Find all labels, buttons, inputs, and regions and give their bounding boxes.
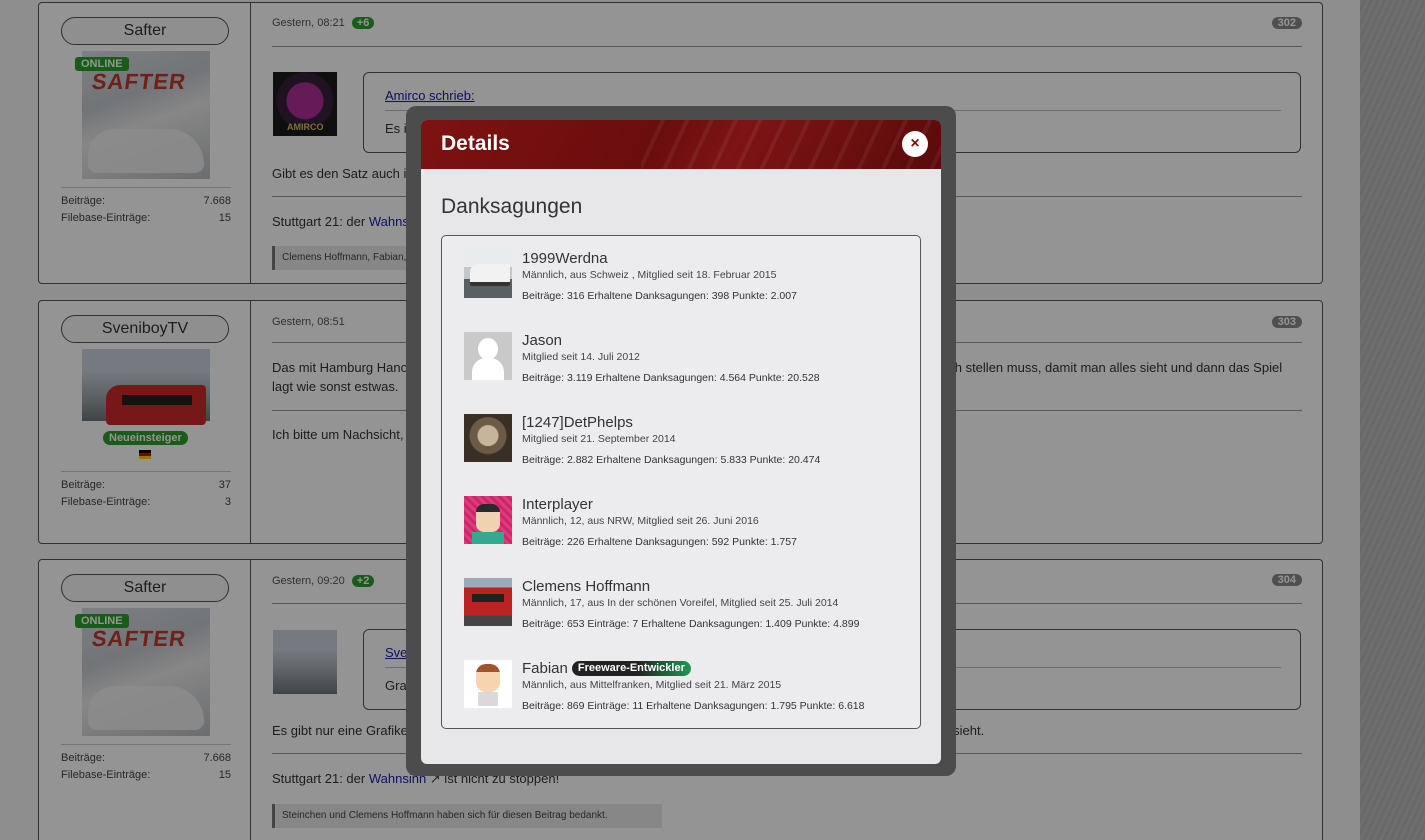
user-stats: Beiträge: 316 Erhaltene Danksagungen: 39… <box>522 290 797 302</box>
close-icon[interactable]: × <box>902 131 928 157</box>
dialog-header: Details × <box>421 120 941 169</box>
list-item: Clemens Hoffmann Männlich, 17, aus In de… <box>464 578 904 648</box>
avatar-face <box>476 672 500 692</box>
user-name[interactable]: Clemens Hoffmann <box>522 578 650 595</box>
user-name[interactable]: [1247]DetPhelps <box>522 414 633 431</box>
user-info: Mitglied seit 21. September 2014 <box>522 433 676 445</box>
user-name-text[interactable]: 1999Werdna <box>522 250 608 267</box>
user-stats: Beiträge: 3.119 Erhaltene Danksagungen: … <box>522 372 820 384</box>
avatar-body <box>478 692 498 706</box>
thanks-user-list: 1999Werdna Männlich, aus Schweiz , Mitgl… <box>441 235 921 729</box>
user-info: Männlich, aus Mittelfranken, Mitglied se… <box>522 679 782 691</box>
list-item: 1999Werdna Männlich, aus Schweiz , Mitgl… <box>464 250 904 320</box>
user-info: Männlich, 12, aus NRW, Mitglied seit 26.… <box>522 515 759 527</box>
user-stats: Beiträge: 2.882 Erhaltene Danksagungen: … <box>522 454 821 466</box>
user-avatar[interactable] <box>464 414 512 462</box>
default-avatar-icon[interactable] <box>464 332 512 380</box>
avatar-face <box>476 504 500 532</box>
user-stats: Beiträge: 869 Einträge: 11 Erhaltene Dan… <box>522 700 865 712</box>
user-name-text[interactable]: Interplayer <box>522 496 593 513</box>
user-info: Männlich, 17, aus In der schönen Voreife… <box>522 597 839 609</box>
avatar-head <box>478 338 498 360</box>
header-decoration <box>641 120 941 169</box>
section-title: Danksagungen <box>441 195 583 218</box>
user-stats: Beiträge: 226 Erhaltene Danksagungen: 59… <box>522 536 797 548</box>
list-item: Jason Mitglied seit 14. Juli 2012 Beiträ… <box>464 332 904 402</box>
user-name[interactable]: Jason <box>522 332 562 349</box>
user-name-text[interactable]: [1247]DetPhelps <box>522 414 633 431</box>
avatar-shirt <box>472 532 504 544</box>
user-info: Mitglied seit 14. Juli 2012 <box>522 351 640 363</box>
avatar-shoulders <box>472 358 504 380</box>
dialog-title: Details <box>441 132 510 155</box>
user-name[interactable]: Fabian Freeware-Entwickler <box>522 660 691 677</box>
user-name-text[interactable]: Clemens Hoffmann <box>522 578 650 595</box>
details-dialog: Details × Danksagungen 1999Werdna Männli… <box>421 120 941 764</box>
user-stats: Beiträge: 653 Einträge: 7 Erhaltene Dank… <box>522 618 860 630</box>
user-avatar[interactable] <box>464 578 512 626</box>
user-info: Männlich, aus Schweiz , Mitglied seit 18… <box>522 269 777 281</box>
list-item: [1247]DetPhelps Mitglied seit 21. Septem… <box>464 414 904 484</box>
user-avatar[interactable] <box>464 496 512 544</box>
user-avatar[interactable] <box>464 250 512 298</box>
list-item: Fabian Freeware-Entwickler Männlich, aus … <box>464 660 904 730</box>
user-name-text[interactable]: Fabian <box>522 660 568 677</box>
user-name[interactable]: 1999Werdna <box>522 250 608 267</box>
user-name-text[interactable]: Jason <box>522 332 562 349</box>
list-item: Interplayer Männlich, 12, aus NRW, Mitgl… <box>464 496 904 566</box>
user-avatar[interactable] <box>464 660 512 708</box>
user-name[interactable]: Interplayer <box>522 496 593 513</box>
user-rank-badge: Freeware-Entwickler <box>571 661 691 676</box>
